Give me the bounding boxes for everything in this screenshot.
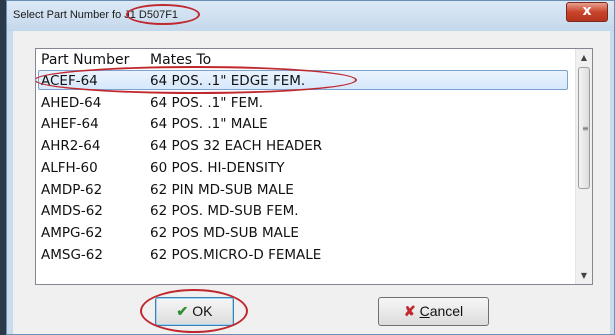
mates-to-cell: 64 POS. .1" FEM. — [150, 95, 264, 111]
part-number-cell: AHR2-64 — [41, 138, 101, 154]
part-number-cell: AMPG-62 — [41, 225, 103, 241]
list-row[interactable]: AMSG-62 62 POS.MICRO-D FEMALE — [36, 244, 577, 266]
mates-to-cell: 60 POS. HI-DENSITY — [150, 160, 285, 176]
part-number-cell: AMDS-62 — [41, 203, 103, 219]
scroll-down-arrow-icon[interactable]: ▼ — [576, 267, 592, 284]
dialog-client-area: Part Number Mates To ACEF-64 64 POS. .1"… — [13, 31, 610, 334]
part-number-cell: AHED-64 — [41, 95, 102, 111]
list-row[interactable]: ALFH-60 60 POS. HI-DENSITY — [36, 157, 577, 179]
mates-to-cell: 64 POS. .1" MALE — [150, 116, 268, 132]
part-number-cell: ALFH-60 — [41, 160, 98, 176]
title-bar[interactable]: Select Part Number fo J1 D507F1 x — [7, 1, 614, 31]
grip-icon: ≡ — [582, 124, 589, 133]
list-row[interactable]: AHR2-64 64 POS 32 EACH HEADER — [36, 135, 577, 157]
list-row[interactable]: AHEF-64 64 POS. .1" MALE — [36, 113, 577, 135]
part-number-list[interactable]: Part Number Mates To ACEF-64 64 POS. .1"… — [35, 48, 593, 285]
scroll-up-arrow-icon[interactable]: ▲ — [576, 49, 592, 66]
cancel-button-label: ancel — [429, 303, 464, 319]
part-number-cell: AMSG-62 — [41, 247, 103, 263]
select-part-dialog: Select Part Number fo J1 D507F1 x Part Nu… — [6, 0, 615, 335]
mates-to-cell: 62 PIN MD-SUB MALE — [150, 182, 294, 198]
close-button[interactable]: x — [566, 2, 608, 22]
part-number-cell: AHEF-64 — [41, 116, 99, 132]
list-row[interactable]: AHED-64 64 POS. .1" FEM. — [36, 92, 577, 114]
list-row[interactable]: AMDP-62 62 PIN MD-SUB MALE — [36, 179, 577, 201]
mates-to-cell: 62 POS. MD-SUB FEM. — [150, 203, 299, 219]
title-annotation-circle — [126, 4, 200, 25]
vertical-scrollbar[interactable]: ▲ ≡ ▼ — [575, 49, 592, 284]
scroll-thumb[interactable]: ≡ — [578, 67, 590, 189]
list-row[interactable]: AMPG-62 62 POS MD-SUB MALE — [36, 222, 577, 244]
column-header-part-number[interactable]: Part Number — [41, 52, 129, 68]
cancel-mnemonic: C — [419, 303, 430, 319]
mates-to-cell: 64 POS 32 EACH HEADER — [150, 138, 323, 154]
mates-to-cell: 62 POS MD-SUB MALE — [150, 225, 299, 241]
part-number-cell: AMDP-62 — [41, 182, 103, 198]
list-row-selected[interactable]: ACEF-64 64 POS. .1" EDGE FEM. — [36, 66, 577, 94]
list-row[interactable]: AMDS-62 62 POS. MD-SUB FEM. — [36, 200, 577, 222]
close-icon: x — [582, 3, 592, 19]
row-annotation-circle — [36, 66, 357, 94]
title-prefix: Select Part Number fo — [13, 9, 122, 21]
cancel-button[interactable]: ✘ Cancel — [378, 297, 489, 326]
ok-annotation-circle — [140, 289, 248, 333]
x-mark-icon: ✘ — [403, 303, 416, 319]
mates-to-cell: 62 POS.MICRO-D FEMALE — [150, 247, 322, 263]
